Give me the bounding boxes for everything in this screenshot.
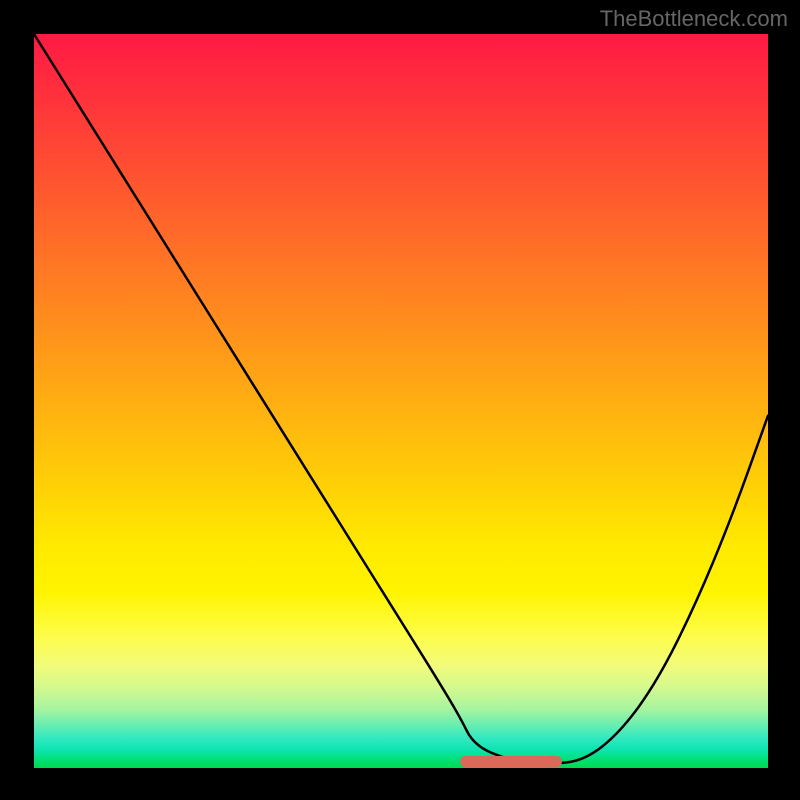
watermark-text: TheBottleneck.com <box>600 6 788 32</box>
optimal-range-marker <box>460 756 563 767</box>
curve-svg <box>34 34 768 768</box>
plot-area <box>34 34 768 768</box>
bottleneck-curve <box>34 34 768 764</box>
